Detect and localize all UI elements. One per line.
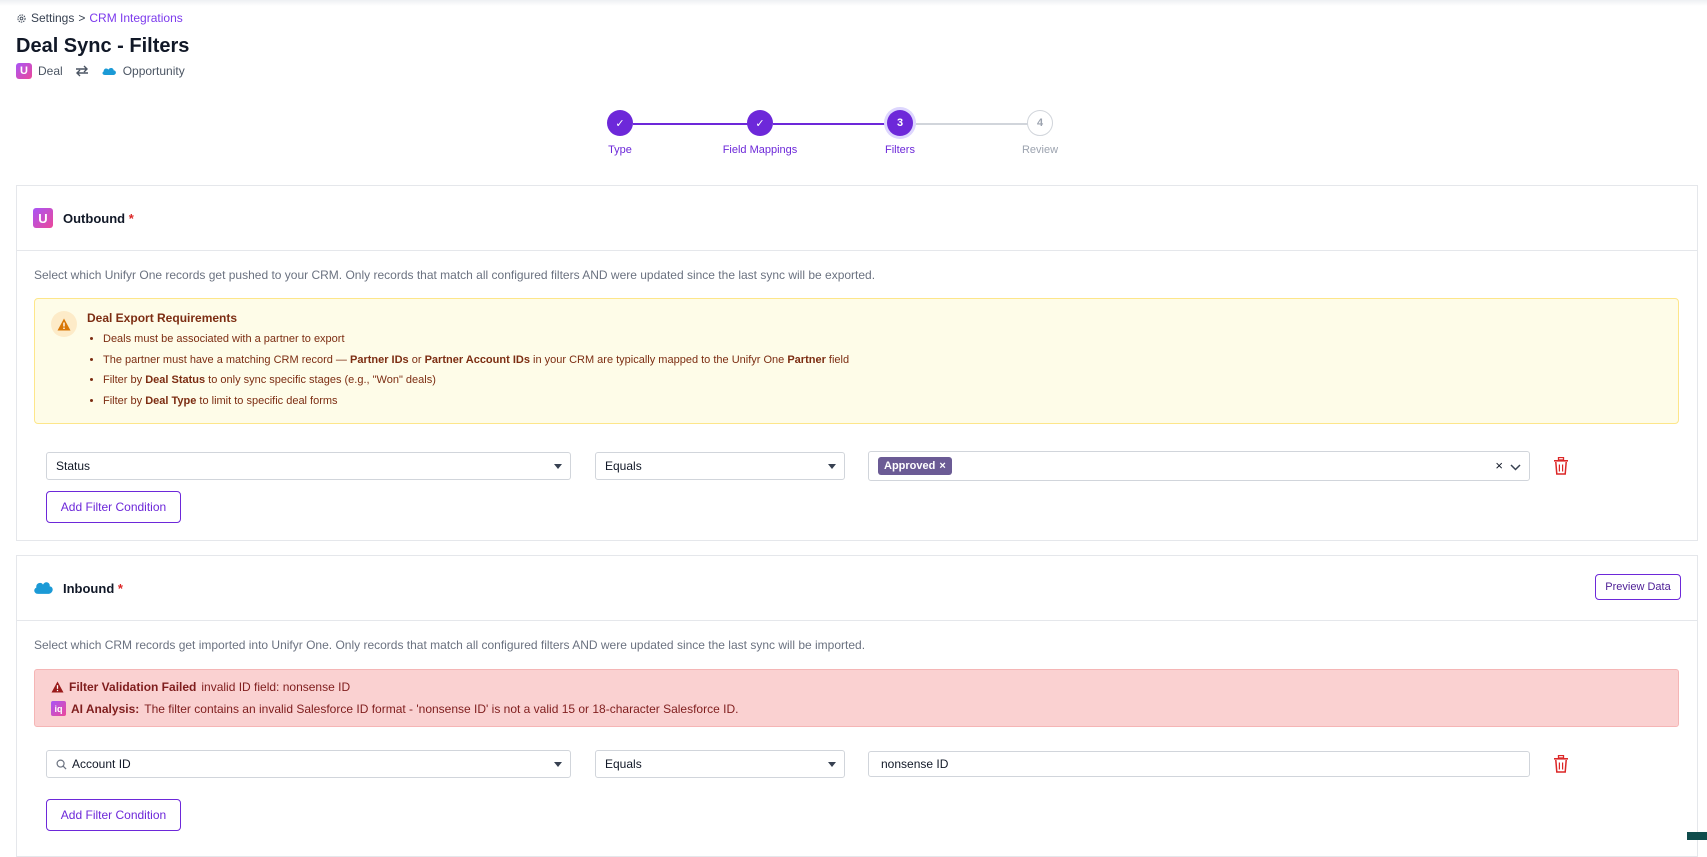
error-detail: invalid ID field: nonsense ID (201, 680, 351, 694)
inbound-operator-select[interactable]: Equals (595, 750, 845, 778)
step-type-marker[interactable]: ✓ (607, 110, 633, 136)
outbound-field-select[interactable]: Status (46, 452, 571, 480)
step-filters-marker[interactable]: 3 (887, 110, 913, 136)
step-filters-label: Filters (885, 144, 915, 156)
ai-analysis-line: iq AI Analysis: The filter contains an i… (51, 701, 738, 716)
inbound-field-value: Account ID (72, 757, 131, 771)
chevron-down-icon[interactable] (1510, 464, 1521, 471)
breadcrumb-separator: > (78, 11, 86, 25)
value-chip-approved: Approved × (878, 457, 952, 475)
outbound-title: Outbound * (63, 210, 134, 226)
unifyr-logo-icon: U (33, 208, 53, 228)
requirement-item: Filter by Deal Type to limit to specific… (103, 391, 849, 412)
page-title: Deal Sync - Filters (16, 35, 190, 57)
step-review-label: Review (1021, 144, 1059, 156)
outbound-field-value: Status (56, 459, 91, 473)
breadcrumb-settings[interactable]: Settings (31, 11, 74, 25)
preview-data-button[interactable]: Preview Data (1595, 574, 1681, 600)
inbound-section: Inbound * Preview Data Select which CRM … (16, 555, 1698, 857)
inbound-operator-value: Equals (605, 757, 642, 771)
error-title: Filter Validation Failed (69, 680, 197, 694)
step-connector (633, 123, 748, 125)
top-shadow (0, 0, 1707, 6)
wizard-stepper: ✓ ✓ 3 4 Type Field Mappings Filters Revi… (600, 110, 1080, 170)
sync-objects-line: U Deal Opportunity (16, 63, 185, 79)
outbound-section: U Outbound * Select which Unifyr One rec… (16, 185, 1698, 541)
delete-filter-icon[interactable] (1553, 457, 1569, 475)
outbound-operator-value: Equals (605, 459, 642, 473)
required-marker: * (117, 580, 123, 596)
step-connector (913, 123, 1028, 125)
step-field-mappings-label: Field Mappings (722, 144, 798, 156)
outbound-operator-select[interactable]: Equals (595, 452, 845, 480)
inbound-field-select[interactable]: Account ID (46, 750, 571, 778)
salesforce-cloud-icon (34, 582, 53, 594)
inbound-description: Select which CRM records get imported in… (34, 638, 866, 652)
filter-validation-error-alert: Filter Validation Failed invalid ID fiel… (34, 669, 1679, 727)
step-connector (773, 123, 888, 125)
outbound-header: U Outbound * (17, 186, 1697, 251)
search-icon (56, 759, 67, 770)
unifyr-logo-icon: U (16, 63, 32, 79)
step-field-mappings-marker[interactable]: ✓ (747, 110, 773, 136)
caret-down-icon (554, 464, 562, 469)
caret-down-icon (828, 762, 836, 767)
inbound-value-input[interactable]: nonsense ID (868, 751, 1530, 777)
gear-icon (17, 13, 26, 23)
requirement-item: Deals must be associated with a partner … (103, 329, 849, 350)
error-line: Filter Validation Failed invalid ID fiel… (51, 680, 350, 694)
inbound-value-text: nonsense ID (881, 757, 949, 771)
outbound-value-multiselect[interactable]: Approved × × (868, 451, 1530, 481)
ai-iq-icon: iq (51, 701, 66, 716)
breadcrumb: Settings > CRM Integrations (16, 11, 183, 25)
requirements-list: Deals must be associated with a partner … (87, 329, 849, 411)
caret-down-icon (554, 762, 562, 767)
delete-filter-icon[interactable] (1553, 755, 1569, 773)
outbound-description: Select which Unifyr One records get push… (34, 268, 876, 282)
help-widget-corner[interactable] (1687, 832, 1707, 840)
breadcrumb-crm-integrations[interactable]: CRM Integrations (89, 11, 182, 25)
requirement-item: Filter by Deal Status to only sync speci… (103, 370, 849, 391)
warning-triangle-icon (51, 681, 64, 693)
step-review-marker[interactable]: 4 (1027, 110, 1053, 136)
chip-remove-icon[interactable]: × (939, 460, 945, 472)
ai-analysis-label: AI Analysis: (71, 701, 140, 716)
inbound-header: Inbound * Preview Data (17, 556, 1697, 621)
target-object-label: Opportunity (122, 64, 185, 78)
step-type-label: Type (608, 144, 632, 156)
requirement-item: The partner must have a matching CRM rec… (103, 350, 849, 371)
sync-arrows-icon (75, 65, 88, 77)
salesforce-cloud-icon (102, 67, 116, 75)
warning-icon (51, 311, 77, 337)
source-object-label: Deal (38, 64, 63, 78)
inbound-title: Inbound * (63, 580, 123, 596)
deal-export-requirements-alert: Deal Export Requirements Deals must be a… (34, 298, 1679, 424)
required-marker: * (128, 210, 134, 226)
requirements-title: Deal Export Requirements (87, 311, 238, 325)
clear-icon[interactable]: × (1495, 458, 1503, 473)
inbound-add-filter-button[interactable]: Add Filter Condition (46, 799, 181, 831)
caret-down-icon (828, 464, 836, 469)
ai-analysis-text: The filter contains an invalid Salesforc… (144, 701, 739, 716)
outbound-add-filter-button[interactable]: Add Filter Condition (46, 491, 181, 523)
